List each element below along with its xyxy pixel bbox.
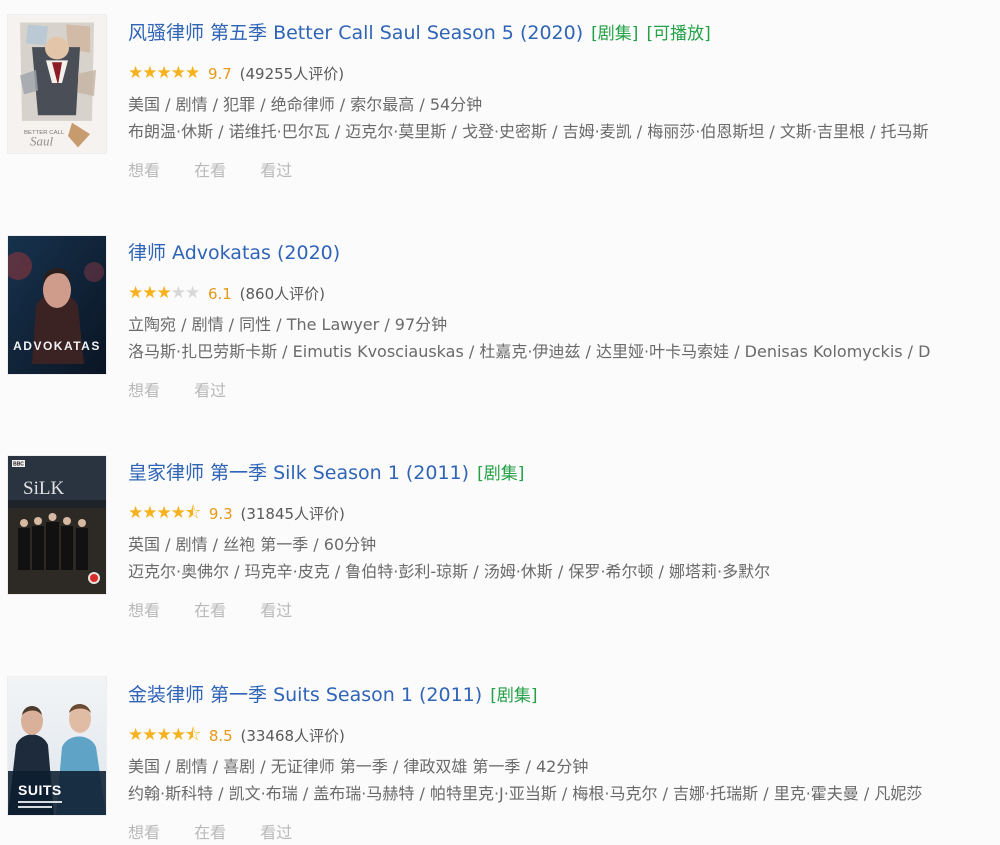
action-links: 想看 看过: [128, 379, 1000, 403]
rating-row: ★★★★⯪ 8.5 (33468人评价): [128, 723, 1000, 747]
svg-text:ADVOKATAS: ADVOKATAS: [13, 339, 101, 353]
vote-count: (31845人评价): [240, 505, 345, 523]
rating-score: 8.5: [208, 727, 233, 745]
poster-image[interactable]: ADVOKATAS: [8, 236, 106, 374]
action-links: 想看 在看 看过: [128, 159, 1000, 183]
want-to-watch-button[interactable]: 想看: [128, 599, 160, 623]
meta-info: 美国 / 剧情 / 喜剧 / 无证律师 第一季 / 律政双雄 第一季 / 42分…: [128, 757, 589, 776]
tag-label[interactable]: [剧集]: [591, 24, 638, 44]
rating-stars-icon: ★★★★⯪: [128, 725, 201, 745]
want-to-watch-button[interactable]: 想看: [128, 159, 160, 183]
svg-text:Saul: Saul: [30, 135, 54, 149]
want-to-watch-button[interactable]: 想看: [128, 821, 160, 845]
poster-image[interactable]: SUITS: [8, 677, 106, 815]
vote-count: (49255人评价): [239, 65, 345, 83]
cast-info: 约翰·斯科特 / 凯文·布瑞 / 盖布瑞·马赫特 / 帕特里克·J·亚当斯 / …: [128, 784, 923, 803]
watching-button[interactable]: 在看: [194, 821, 226, 845]
watching-button[interactable]: 在看: [194, 599, 226, 623]
title-link[interactable]: 律师 Advokatas (2020): [128, 242, 340, 264]
rating-stars-icon: ★★★★★: [128, 63, 200, 83]
rating-stars-icon: ★★★★★: [128, 283, 200, 303]
meta-info: 立陶宛 / 剧情 / 同性 / The Lawyer / 97分钟: [128, 315, 448, 334]
better-call-saul-poster: BETTER CALL Saul: [8, 15, 106, 153]
meta-info: 英国 / 剧情 / 丝袍 第一季 / 60分钟: [128, 535, 377, 554]
watched-button[interactable]: 看过: [194, 379, 226, 403]
suits-poster: SUITS: [8, 677, 106, 815]
watching-button[interactable]: 在看: [194, 159, 226, 183]
rating-stars-icon: ★★★★⯪: [128, 503, 201, 523]
poster-image[interactable]: BETTER CALL Saul: [8, 15, 106, 153]
advokatas-poster: ADVOKATAS: [8, 236, 106, 374]
silk-poster: BBC SiLK: [8, 456, 106, 594]
rating-score: 9.7: [207, 65, 232, 83]
cast-info: 迈克尔·奥佛尔 / 玛克辛·皮克 / 鲁伯特·彭利-琼斯 / 汤姆·休斯 / 保…: [128, 562, 771, 581]
rating-row: ★★★★★ 6.1 (860人评价): [128, 281, 1000, 305]
title-link[interactable]: 皇家律师 第一季 Silk Season 1 (2011): [128, 462, 469, 484]
svg-text:BBC: BBC: [13, 462, 24, 468]
watched-button[interactable]: 看过: [260, 821, 292, 845]
svg-text:SiLK: SiLK: [23, 478, 64, 499]
svg-text:SUITS: SUITS: [18, 782, 62, 798]
meta-info: 美国 / 剧情 / 犯罪 / 绝命律师 / 索尔最高 / 54分钟: [128, 95, 483, 114]
tag-label[interactable]: [可播放]: [646, 24, 710, 44]
action-links: 想看 在看 看过: [128, 821, 1000, 845]
cast-info: 洛马斯·扎巴劳斯卡斯 / Eimutis Kvosciauskas / 杜嘉克·…: [128, 342, 931, 361]
tag-label[interactable]: [剧集]: [477, 464, 524, 484]
vote-count: (860人评价): [239, 285, 325, 303]
vote-count: (33468人评价): [240, 727, 345, 745]
want-to-watch-button[interactable]: 想看: [128, 379, 160, 403]
rating-score: 9.3: [208, 505, 233, 523]
watched-button[interactable]: 看过: [260, 599, 292, 623]
title-link[interactable]: 金装律师 第一季 Suits Season 1 (2011): [128, 684, 482, 706]
watched-button[interactable]: 看过: [260, 159, 292, 183]
action-links: 想看 在看 看过: [128, 599, 1000, 623]
title-link[interactable]: 风骚律师 第五季 Better Call Saul Season 5 (2020…: [128, 22, 583, 44]
cast-info: 布朗温·休斯 / 诺维托·巴尔瓦 / 迈克尔·莫里斯 / 戈登·史密斯 / 吉姆…: [128, 122, 929, 141]
tag-label[interactable]: [剧集]: [490, 686, 537, 706]
poster-image[interactable]: BBC SiLK: [8, 456, 106, 594]
rating-row: ★★★★⯪ 9.3 (31845人评价): [128, 501, 1000, 525]
rating-row: ★★★★★ 9.7 (49255人评价): [128, 61, 1000, 85]
rating-score: 6.1: [208, 285, 232, 303]
